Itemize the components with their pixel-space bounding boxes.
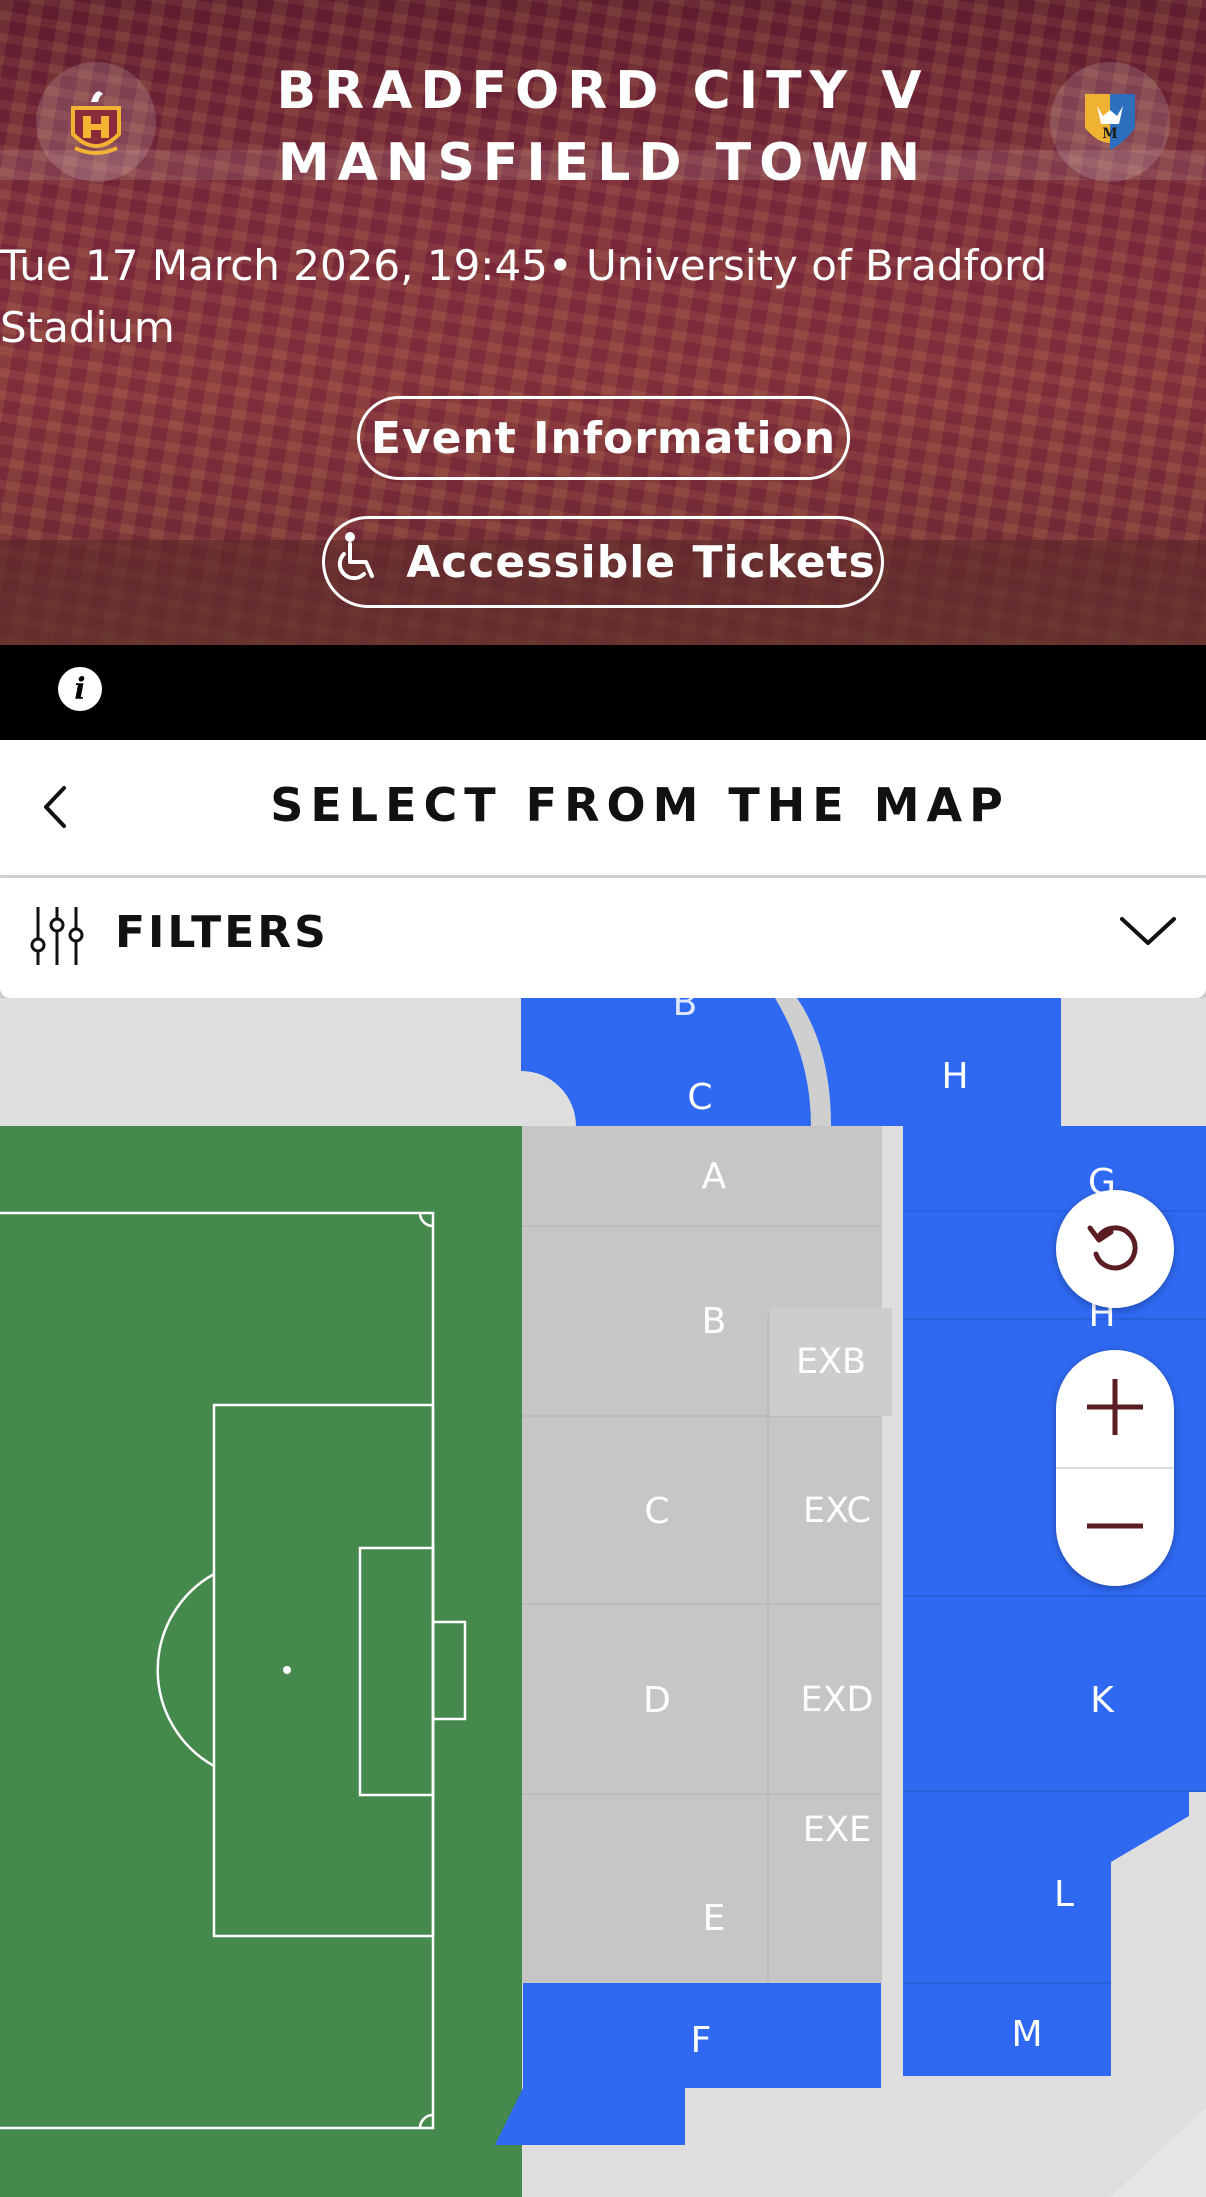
chevron-down-icon[interactable] (1118, 913, 1178, 949)
seat-section-k[interactable]: K (1060, 1672, 1144, 1728)
stadium-map[interactable]: B C H A B EXB C EXC D EXD E EXE G H K L … (0, 998, 1206, 2197)
zoom-in-icon (1083, 1375, 1147, 1443)
seat-section-top-h[interactable]: H (910, 1053, 1000, 1099)
seat-section-exc[interactable]: EXC (768, 1416, 906, 1606)
reset-view-button[interactable] (1056, 1190, 1174, 1308)
svg-text:M: M (1102, 126, 1118, 142)
seat-section-a[interactable]: A (522, 1126, 906, 1226)
event-information-label: Event Information (370, 412, 837, 464)
event-date-venue: Tue 17 March 2026, 19:45• University of … (0, 241, 1048, 352)
seat-section-c[interactable]: C (522, 1416, 792, 1606)
event-title: BRADFORD CITY V MANSFIELD TOWN (200, 55, 1006, 199)
info-bar (0, 645, 1206, 740)
home-club-crest-icon (36, 62, 156, 182)
seat-section-m[interactable]: M (985, 2006, 1069, 2062)
zoom-controls (1056, 1350, 1174, 1586)
event-information-button[interactable]: Event Information (357, 396, 850, 480)
bottom-right-concourse (1110, 2078, 1206, 2197)
reset-icon (1082, 1214, 1148, 1284)
seat-section-exe[interactable]: EXE (768, 1794, 906, 1866)
seat-section-exd[interactable]: EXD (768, 1606, 906, 1794)
zoom-in-button[interactable] (1056, 1350, 1174, 1469)
filters-label: FILTERS (115, 907, 329, 958)
pitch (0, 1126, 522, 2197)
away-club-crest-icon: M (1050, 62, 1170, 182)
seat-section-top-c[interactable]: C (660, 1074, 740, 1120)
accessible-tickets-button[interactable]: Accessible Tickets (322, 516, 884, 608)
seat-section-top-b[interactable]: B (660, 998, 710, 1024)
page-title: SELECT FROM THE MAP (270, 778, 1010, 832)
seat-section-e[interactable]: E (522, 1858, 906, 1978)
seat-section-exb[interactable]: EXB (770, 1308, 892, 1416)
zoom-out-button[interactable] (1056, 1469, 1174, 1586)
accessible-tickets-label: Accessible Tickets (406, 536, 876, 588)
event-title-line-1: BRADFORD CITY V (276, 61, 930, 121)
sliders-icon[interactable] (28, 905, 86, 967)
zoom-out-icon (1083, 1494, 1147, 1562)
info-icon[interactable]: i (58, 667, 102, 711)
seat-section-f[interactable]: F (650, 2010, 752, 2070)
wheelchair-icon (330, 530, 384, 595)
seat-section-l[interactable]: L (1022, 1866, 1106, 1922)
event-title-line-2: MANSFIELD TOWN (277, 133, 929, 193)
seat-section-d[interactable]: D (522, 1606, 792, 1794)
